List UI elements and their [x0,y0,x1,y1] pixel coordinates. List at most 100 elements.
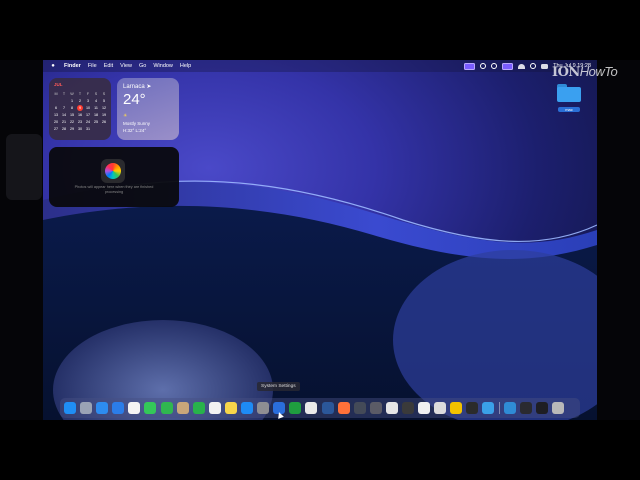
weekday: W [70,91,74,96]
calendar-day: 21 [61,119,67,124]
weekday: T [78,91,82,96]
dock-screenshot-icon[interactable] [385,402,398,414]
calendar-day: 26 [101,119,107,124]
calendar-day: 10 [85,105,91,110]
calendar-day: 23 [77,119,83,124]
menu-file[interactable]: File [88,63,97,69]
menu-go[interactable]: Go [139,63,146,69]
menu-window[interactable]: Window [153,63,173,69]
dock-trash-icon[interactable] [551,402,564,414]
calendar-day: 28 [61,126,67,131]
dock-xbox-icon[interactable] [289,402,302,414]
calendar-day: 15 [69,112,75,117]
dock-notes-icon[interactable] [224,402,237,414]
menu-edit[interactable]: Edit [104,63,113,69]
dock-terminal-icon[interactable] [466,402,479,414]
calendar-day: 24 [85,119,91,124]
apple-menu-icon[interactable]: ● [49,63,57,69]
menu-help[interactable]: Help [180,63,191,69]
calendar-day: 18 [93,112,99,117]
calendar-grid: M T W T F S S 1 2 3 4 5 6 7 8 9 10 11 12 13 14 15 16 17 1… [52,90,108,132]
calendar-day: 20 [53,119,59,124]
dock-contacts-icon[interactable] [176,402,189,414]
menu-bar: ● Finder File Edit View Go Window Help T… [43,60,597,72]
calendar-day: 2 [78,98,82,103]
dock-reminders-icon[interactable] [208,402,221,414]
desktop-folder-label[interactable]: mac [558,107,580,112]
photos-icon [101,159,125,183]
watermark-suffix: HowTo [579,64,618,79]
calendar-day: 12 [101,105,107,110]
folder-icon[interactable] [557,84,581,102]
photos-message: Photos will appear here when they are fi… [74,185,154,194]
weather-high-low: H:32° L:24° [123,128,147,133]
calendar-day: 17 [85,112,91,117]
dock-desktop-thumb-2-icon[interactable] [535,402,548,414]
dock-system-settings-icon[interactable] [257,402,270,414]
calendar-day: 5 [102,98,106,103]
dock-keynote-icon[interactable] [450,402,463,414]
dock-davinci-resolve-icon[interactable] [353,402,366,414]
weather-city: Larnaca ➤ [123,84,152,90]
calendar-day: 16 [77,112,83,117]
calendar-day: 1 [70,98,74,103]
weekday: S [94,91,98,96]
calendar-day: 3 [86,98,90,103]
calendar-day [52,97,60,104]
dock-app-store-icon[interactable] [241,402,254,414]
dock-mail-icon[interactable] [112,402,125,414]
watermark-main: ION [552,65,580,80]
ghost-widget [6,134,42,200]
control-center-icon[interactable] [541,63,549,69]
calendar-month: JUL [54,82,63,87]
calendar-day [100,125,108,132]
focus-icon[interactable] [491,63,498,69]
calendar-day: 7 [62,105,66,110]
dock-tooltip: System Settings [257,382,300,391]
search-icon[interactable] [530,63,537,69]
calendar-day: 9 [77,104,83,111]
dock-phone-icon[interactable] [160,402,173,414]
dock-desktop-thumb-1-icon[interactable] [519,402,532,414]
dock-launchpad-icon[interactable] [80,402,93,414]
dock-motion-icon[interactable] [369,402,382,414]
weather-widget[interactable]: Larnaca ➤ 24° ☀ Mostly Sunny H:32° L:24° [117,78,179,140]
dock [60,398,580,418]
dock-chrome-icon[interactable] [305,402,318,414]
calendar-day: 29 [69,126,75,131]
dock-firefox-icon[interactable] [337,402,350,414]
dock-photos-icon[interactable] [128,402,141,414]
sun-icon: ☀ [123,113,128,119]
screen-recording-icon[interactable] [464,62,476,70]
battery-icon[interactable] [502,62,514,70]
dock-activity-icon[interactable] [401,402,414,414]
dock-word-icon[interactable] [321,402,334,414]
calendar-day: 27 [53,126,59,131]
watermark-logo: IONHowTo [552,64,618,80]
bluetooth-icon[interactable] [480,63,487,69]
weekday: S [102,91,106,96]
dock-facetime-icon[interactable] [192,402,205,414]
calendar-day: 6 [54,105,58,110]
calendar-day: 4 [94,98,98,103]
calendar-day: 8 [70,105,74,110]
weather-temperature: 24° [123,91,146,108]
menu-finder[interactable]: Finder [64,63,81,69]
weekday: T [62,91,66,96]
photos-widget[interactable]: Photos will appear here when they are fi… [49,147,179,207]
dock-roblox-icon[interactable] [418,402,431,414]
dock-epic-icon[interactable] [434,402,447,414]
dock-messages-icon[interactable] [144,402,157,414]
calendar-day: 30 [77,126,83,131]
calendar-day: 31 [85,126,91,131]
calendar-day: 13 [53,112,59,117]
dock-downloads-icon[interactable] [503,402,516,414]
wifi-icon[interactable] [518,63,526,69]
calendar-day: 14 [61,112,67,117]
dock-quicktime-icon[interactable] [482,402,495,414]
dock-finder-icon[interactable] [64,402,76,414]
menu-view[interactable]: View [120,63,132,69]
calendar-widget[interactable]: JUL M T W T F S S 1 2 3 4 5 6 7 8 9 10 11 12 13 14 15 1… [49,78,111,140]
calendar-day: 25 [93,119,99,124]
dock-safari-icon[interactable] [96,402,109,414]
